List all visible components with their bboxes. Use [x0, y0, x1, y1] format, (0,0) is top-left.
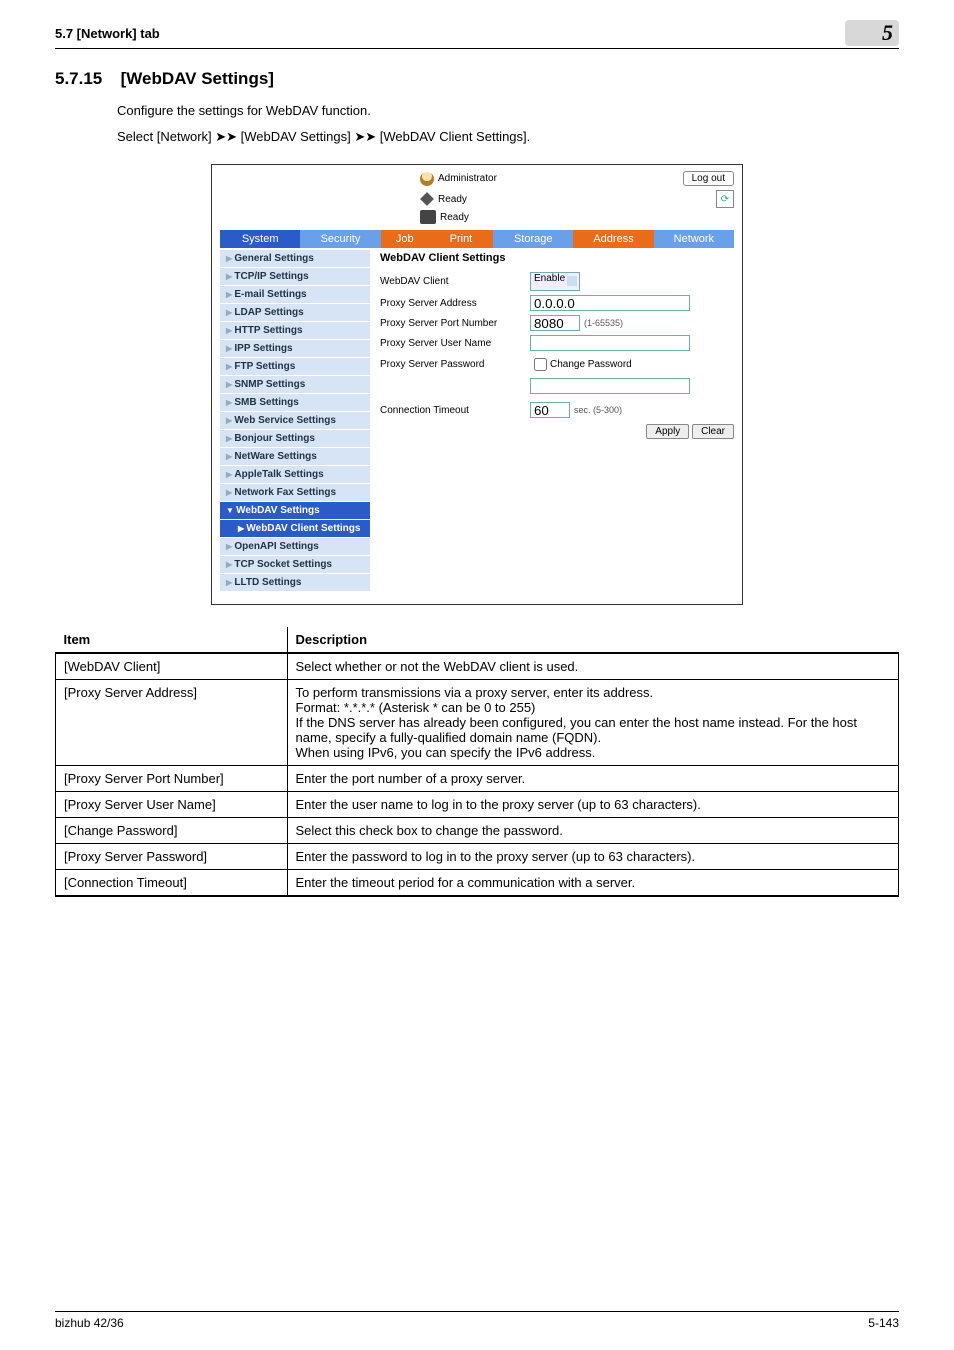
admin-label: Administrator [438, 173, 497, 184]
tab-storage[interactable]: Storage [493, 230, 573, 248]
apply-button[interactable]: Apply [646, 424, 689, 439]
label-timeout: Connection Timeout [380, 405, 530, 416]
sidebar-item[interactable]: LLTD Settings [220, 574, 370, 592]
sidebar-item[interactable]: SNMP Settings [220, 376, 370, 394]
chapter-badge: 5 [845, 20, 899, 46]
table-cell-item: [Proxy Server Password] [56, 844, 288, 870]
table-cell-item: [Proxy Server Port Number] [56, 766, 288, 792]
tab-bar: System Security Job Print Storage Addres… [220, 230, 734, 248]
status-ready-1: Ready [438, 194, 467, 205]
table-cell-description: Enter the port number of a proxy server. [287, 766, 899, 792]
logout-button[interactable]: Log out [683, 171, 734, 186]
sidebar-item[interactable]: OpenAPI Settings [220, 538, 370, 556]
label-proxy-port: Proxy Server Port Number [380, 318, 530, 329]
table-cell-description: Select whether or not the WebDAV client … [287, 653, 899, 680]
col-item: Item [56, 627, 288, 653]
label-proxy-user: Proxy Server User Name [380, 338, 530, 349]
sidebar-item[interactable]: AppleTalk Settings [220, 466, 370, 484]
table-cell-description: Enter the password to log in to the prox… [287, 844, 899, 870]
label-change-password: Change Password [550, 359, 632, 370]
table-cell-item: [Proxy Server User Name] [56, 792, 288, 818]
tab-print[interactable]: Print [429, 230, 493, 248]
table-cell-description: To perform transmissions via a proxy ser… [287, 680, 899, 766]
hint-timeout: sec. (5-300) [574, 405, 622, 415]
sidebar-item[interactable]: FTP Settings [220, 358, 370, 376]
sidebar-item[interactable]: HTTP Settings [220, 322, 370, 340]
input-proxy-user[interactable] [530, 335, 690, 351]
table-cell-description: Enter the user name to log in to the pro… [287, 792, 899, 818]
table-cell-description: Enter the timeout period for a communica… [287, 870, 899, 897]
section-heading: 5.7.15 [WebDAV Settings] [55, 69, 899, 89]
sidebar-item[interactable]: Web Service Settings [220, 412, 370, 430]
footer-page: 5-143 [868, 1316, 899, 1330]
sidebar-item[interactable]: IPP Settings [220, 340, 370, 358]
sidebar-item[interactable]: Network Fax Settings [220, 484, 370, 502]
settings-form: WebDAV Client Settings WebDAV Client Ena… [370, 250, 734, 592]
sidebar-item[interactable]: WebDAV Settings [220, 502, 370, 520]
breadcrumb: 5.7 [Network] tab [55, 26, 160, 41]
sidebar-item[interactable]: SMB Settings [220, 394, 370, 412]
refresh-button[interactable]: ⟳ [716, 190, 734, 208]
form-title: WebDAV Client Settings [380, 250, 734, 272]
status-ready-2: Ready [440, 212, 469, 223]
table-cell-item: [WebDAV Client] [56, 653, 288, 680]
checkbox-change-password[interactable] [534, 358, 547, 371]
sidebar-item[interactable]: E-mail Settings [220, 286, 370, 304]
tab-security[interactable]: Security [300, 230, 380, 248]
sidebar-item[interactable]: WebDAV Client Settings [220, 520, 370, 538]
hint-proxy-port: (1-65535) [584, 318, 623, 328]
sidebar-item[interactable]: NetWare Settings [220, 448, 370, 466]
tab-system[interactable]: System [220, 230, 300, 248]
page-header: 5.7 [Network] tab 5 [55, 20, 899, 49]
tab-network[interactable]: Network [654, 230, 734, 248]
select-webdav-client[interactable]: Enable [530, 272, 580, 291]
section-title: [WebDAV Settings] [121, 69, 274, 88]
intro-line-2: Select [Network] ➤➤ [WebDAV Settings] ➤➤… [117, 127, 899, 147]
input-timeout[interactable] [530, 402, 570, 418]
tab-address[interactable]: Address [573, 230, 653, 248]
user-icon [420, 172, 434, 186]
label-webdav-client: WebDAV Client [380, 276, 530, 287]
printer-icon [420, 210, 436, 224]
table-cell-item: [Proxy Server Address] [56, 680, 288, 766]
input-proxy-port[interactable] [530, 315, 580, 331]
sidebar: General SettingsTCP/IP SettingsE-mail Se… [220, 250, 370, 592]
table-cell-item: [Connection Timeout] [56, 870, 288, 897]
description-table: Item Description [WebDAV Client]Select w… [55, 627, 899, 897]
page-footer: bizhub 42/36 5-143 [55, 1311, 899, 1330]
clear-button[interactable]: Clear [692, 424, 734, 439]
sidebar-item[interactable]: General Settings [220, 250, 370, 268]
sidebar-item[interactable]: LDAP Settings [220, 304, 370, 322]
tab-job[interactable]: Job [381, 230, 429, 248]
section-number: 5.7.15 [55, 69, 117, 89]
label-proxy-address: Proxy Server Address [380, 298, 530, 309]
section-intro: Configure the settings for WebDAV functi… [117, 101, 899, 146]
sidebar-item[interactable]: Bonjour Settings [220, 430, 370, 448]
input-proxy-password[interactable] [530, 378, 690, 394]
intro-line-1: Configure the settings for WebDAV functi… [117, 101, 899, 121]
sidebar-item[interactable]: TCP Socket Settings [220, 556, 370, 574]
sidebar-item[interactable]: TCP/IP Settings [220, 268, 370, 286]
col-description: Description [287, 627, 899, 653]
input-proxy-address[interactable] [530, 295, 690, 311]
label-proxy-password: Proxy Server Password [380, 359, 530, 370]
status-icon [420, 192, 434, 206]
screenshot-panel: Administrator Log out Ready ⟳ Ready Syst… [211, 164, 743, 605]
table-cell-description: Select this check box to change the pass… [287, 818, 899, 844]
footer-model: bizhub 42/36 [55, 1316, 124, 1330]
table-cell-item: [Change Password] [56, 818, 288, 844]
